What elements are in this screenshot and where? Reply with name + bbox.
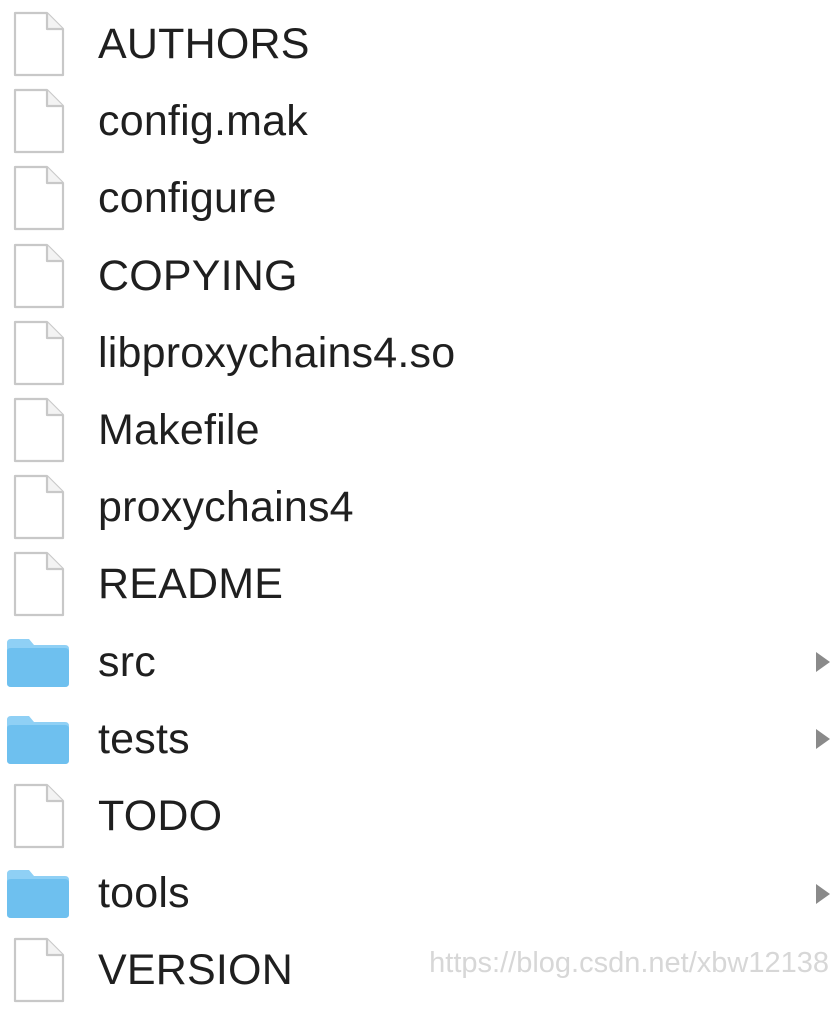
document-icon xyxy=(4,164,72,232)
disclosure-triangle-icon[interactable] xyxy=(813,881,833,907)
document-icon xyxy=(4,473,72,541)
file-row-readme[interactable]: README xyxy=(0,546,833,623)
file-name: AUTHORS xyxy=(98,20,310,69)
folder-icon xyxy=(4,859,72,927)
file-row-proxychains4[interactable]: proxychains4 xyxy=(0,469,833,546)
document-icon xyxy=(4,550,72,618)
document-icon xyxy=(4,319,72,387)
file-name: Makefile xyxy=(98,406,260,455)
file-row-makefile[interactable]: Makefile xyxy=(0,392,833,469)
folder-icon xyxy=(4,705,72,773)
folder-row-tools[interactable]: tools xyxy=(0,855,833,932)
file-row-libproxychains4-so[interactable]: libproxychains4.so xyxy=(0,315,833,392)
document-icon xyxy=(4,242,72,310)
document-icon xyxy=(4,396,72,464)
folder-name: tools xyxy=(98,869,190,918)
file-name: TODO xyxy=(98,791,223,840)
file-name: README xyxy=(98,560,284,609)
document-icon xyxy=(4,782,72,850)
folder-name: src xyxy=(98,637,156,686)
folder-name: tests xyxy=(98,714,190,763)
file-list: AUTHORS config.mak configure COPYING lib… xyxy=(0,6,833,1009)
folder-row-src[interactable]: src xyxy=(0,624,833,701)
document-icon xyxy=(4,87,72,155)
disclosure-triangle-icon[interactable] xyxy=(813,726,833,752)
file-row-copying[interactable]: COPYING xyxy=(0,238,833,315)
file-name: libproxychains4.so xyxy=(98,328,456,377)
file-row-authors[interactable]: AUTHORS xyxy=(0,6,833,83)
file-name: VERSION xyxy=(98,946,293,995)
folder-row-tests[interactable]: tests xyxy=(0,701,833,778)
folder-icon xyxy=(4,628,72,696)
file-name: COPYING xyxy=(98,251,298,300)
watermark-text: https://blog.csdn.net/xbw12138 xyxy=(429,947,829,979)
file-name: configure xyxy=(98,174,277,223)
file-row-config-mak[interactable]: config.mak xyxy=(0,83,833,160)
file-row-todo[interactable]: TODO xyxy=(0,778,833,855)
document-icon xyxy=(4,936,72,1004)
file-row-configure[interactable]: configure xyxy=(0,160,833,237)
file-name: config.mak xyxy=(98,97,308,146)
file-name: proxychains4 xyxy=(98,483,354,532)
document-icon xyxy=(4,10,72,78)
disclosure-triangle-icon[interactable] xyxy=(813,649,833,675)
